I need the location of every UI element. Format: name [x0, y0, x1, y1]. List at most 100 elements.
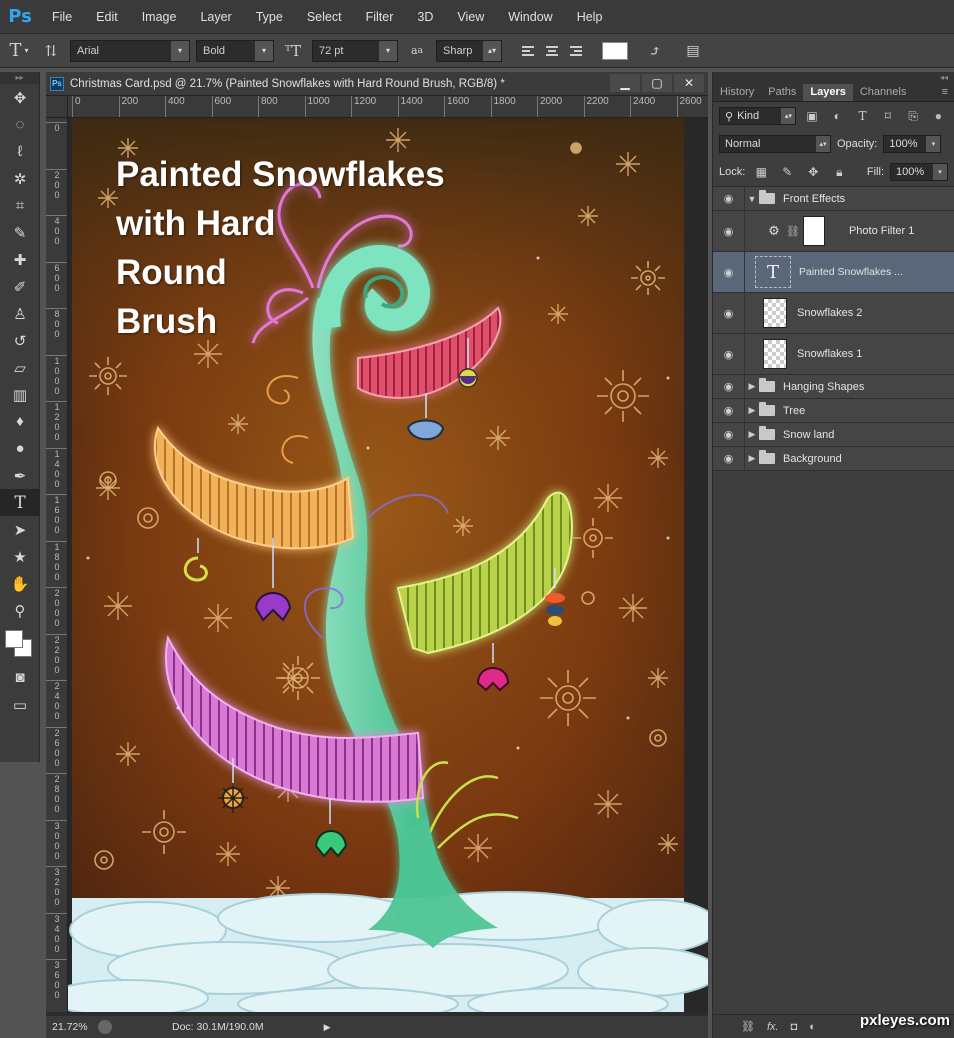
layer-snowflakes-2[interactable]: ◉ Snowflakes 2 — [713, 293, 954, 334]
marquee-tool-icon[interactable]: ◌ — [0, 111, 40, 138]
zoom-tool-icon[interactable]: ⚲ — [0, 597, 40, 624]
lasso-tool-icon[interactable]: ℓ — [0, 138, 40, 165]
toolbox-grip[interactable]: ▸▸ — [0, 72, 39, 84]
visibility-eye-icon[interactable]: ◉ — [713, 211, 745, 251]
panel-grip[interactable]: ◂◂ — [713, 72, 954, 84]
align-right-button[interactable] — [568, 42, 586, 60]
visibility-eye-icon[interactable]: ◉ — [713, 423, 745, 446]
ruler-corner[interactable] — [46, 96, 68, 118]
horizontal-ruler[interactable]: 0 200 400 600 800 1000 1200 1400 1600 1800 2000 220… — [68, 96, 708, 118]
menu-window[interactable]: Window — [496, 0, 564, 34]
shape-tool-icon[interactable]: ★ — [0, 543, 40, 570]
crop-tool-icon[interactable]: ⌗ — [0, 192, 40, 219]
layer-style-fx-icon[interactable]: fx. — [767, 1021, 779, 1033]
visibility-eye-icon[interactable]: ◉ — [713, 375, 745, 398]
lock-all-icon[interactable]: 🔒︎ — [829, 163, 849, 181]
visibility-eye-icon[interactable]: ◉ — [713, 187, 745, 210]
layer-photo-filter-1[interactable]: ◉ ⚙ ⛓ Photo Filter 1 — [713, 211, 954, 252]
filter-shape-icon[interactable]: ⌑ — [878, 107, 897, 125]
vertical-ruler[interactable]: 0 2 0 0 4 0 0 6 0 0 8 0 0 1 0 0 0 1 2 0 0 1 4 0… — [46, 118, 68, 1012]
layer-mask-thumbnail[interactable] — [802, 216, 825, 246]
opacity-input[interactable]: 100% ▾ — [883, 135, 942, 153]
menu-image[interactable]: Image — [130, 0, 189, 34]
filter-toggle-icon[interactable]: ● — [929, 107, 948, 125]
filter-pixel-icon[interactable]: ▣ — [802, 107, 821, 125]
eraser-tool-icon[interactable]: ▱ — [0, 354, 40, 381]
text-orientation-icon[interactable]: ⇅ — [38, 39, 64, 63]
group-collapsed-chevron-icon[interactable]: ▶ — [745, 381, 759, 392]
clone-stamp-tool-icon[interactable]: ♙ — [0, 300, 40, 327]
font-family-select[interactable]: Arial ▾ — [70, 39, 190, 62]
filter-smart-object-icon[interactable]: ⎘ — [903, 107, 922, 125]
layer-tree[interactable]: ◉ ▶ Tree — [713, 399, 954, 423]
tab-layers[interactable]: Layers — [803, 84, 853, 101]
status-info-icon[interactable] — [98, 1020, 112, 1034]
group-collapsed-chevron-icon[interactable]: ▶ — [745, 429, 759, 440]
visibility-eye-icon[interactable]: ◉ — [713, 447, 745, 470]
align-center-button[interactable] — [544, 42, 562, 60]
tab-channels[interactable]: Channels — [853, 84, 913, 101]
history-brush-tool-icon[interactable]: ↺ — [0, 327, 40, 354]
menu-view[interactable]: View — [445, 0, 496, 34]
visibility-eye-icon[interactable]: ◉ — [713, 252, 745, 292]
link-layers-icon[interactable]: ⛓ — [741, 1020, 755, 1033]
add-mask-icon[interactable]: ◘ — [791, 1021, 798, 1033]
filter-adjustment-icon[interactable]: ◐ — [828, 107, 847, 125]
tab-paths[interactable]: Paths — [761, 84, 803, 101]
new-adjustment-icon[interactable]: ◐ — [809, 1021, 816, 1033]
healing-brush-tool-icon[interactable]: ✚ — [0, 246, 40, 273]
canvas-title-text[interactable]: Painted Snowflakes with Hard Round Brush — [116, 150, 536, 346]
visibility-eye-icon[interactable]: ◉ — [713, 334, 745, 374]
brush-tool-icon[interactable]: ✐ — [0, 273, 40, 300]
blend-mode-select[interactable]: Normal ▴▾ — [719, 135, 831, 153]
menu-help[interactable]: Help — [565, 0, 615, 34]
warp-text-icon[interactable]: ⤴ — [642, 39, 668, 63]
move-tool-icon[interactable]: ✥ — [0, 84, 40, 111]
font-style-select[interactable]: Bold ▾ — [196, 39, 274, 62]
zoom-level[interactable]: 21.72% — [46, 1021, 98, 1033]
character-panel-icon[interactable]: ▤ — [680, 39, 706, 63]
hand-tool-icon[interactable]: ✋ — [0, 570, 40, 597]
menu-edit[interactable]: Edit — [84, 0, 130, 34]
filter-kind-select[interactable]: ⚲ Kind ▴▾ — [719, 107, 797, 125]
group-collapsed-chevron-icon[interactable]: ▶ — [745, 453, 759, 464]
layer-snow-land[interactable]: ◉ ▶ Snow land — [713, 423, 954, 447]
path-selection-tool-icon[interactable]: ➤ — [0, 516, 40, 543]
magic-wand-tool-icon[interactable]: ✲ — [0, 165, 40, 192]
foreground-color-swatch[interactable] — [5, 630, 23, 648]
text-color-swatch[interactable] — [602, 41, 628, 60]
visibility-eye-icon[interactable]: ◉ — [713, 293, 745, 333]
type-tool-preset-icon[interactable]: T ▾ — [6, 39, 32, 63]
menu-filter[interactable]: Filter — [354, 0, 406, 34]
dodge-tool-icon[interactable]: ● — [0, 435, 40, 462]
tab-history[interactable]: History — [713, 84, 761, 101]
gradient-tool-icon[interactable]: ▥ — [0, 381, 40, 408]
layer-background[interactable]: ◉ ▶ Background — [713, 447, 954, 471]
eyedropper-tool-icon[interactable]: ✎ — [0, 219, 40, 246]
minimize-button[interactable]: ▁ — [610, 74, 640, 92]
font-size-select[interactable]: 72 pt ▾ — [312, 39, 398, 62]
type-tool-icon[interactable]: T — [0, 489, 40, 516]
document-tab[interactable]: Ps Christmas Card.psd @ 21.7% (Painted S… — [46, 72, 708, 96]
menu-select[interactable]: Select — [295, 0, 354, 34]
fill-input[interactable]: 100% ▾ — [890, 163, 948, 181]
menu-3d[interactable]: 3D — [405, 0, 445, 34]
layer-snowflakes-1[interactable]: ◉ Snowflakes 1 — [713, 334, 954, 375]
menu-layer[interactable]: Layer — [188, 0, 243, 34]
blur-tool-icon[interactable]: ♦ — [0, 408, 40, 435]
layer-front-effects[interactable]: ◉ ▼ Front Effects — [713, 187, 954, 211]
menu-file[interactable]: File — [40, 0, 84, 34]
status-menu-arrow-icon[interactable]: ▶ — [324, 1022, 331, 1033]
screen-mode-icon[interactable]: ▭ — [0, 691, 40, 718]
lock-transparent-icon[interactable]: ▦ — [751, 163, 771, 181]
quick-mask-icon[interactable]: ◙ — [0, 664, 40, 691]
lock-image-icon[interactable]: ✎ — [777, 163, 797, 181]
filter-type-icon[interactable]: T — [853, 107, 872, 125]
color-swatches[interactable] — [0, 624, 39, 664]
group-collapsed-chevron-icon[interactable]: ▶ — [745, 405, 759, 416]
group-expanded-chevron-icon[interactable]: ▼ — [745, 194, 759, 204]
menu-type[interactable]: Type — [244, 0, 295, 34]
layer-painted-snowflakes-text[interactable]: ◉ T Painted Snowflakes ... — [713, 252, 954, 293]
maximize-button[interactable]: ▢ — [642, 74, 672, 92]
panel-menu-icon[interactable]: ≡ — [942, 84, 954, 101]
